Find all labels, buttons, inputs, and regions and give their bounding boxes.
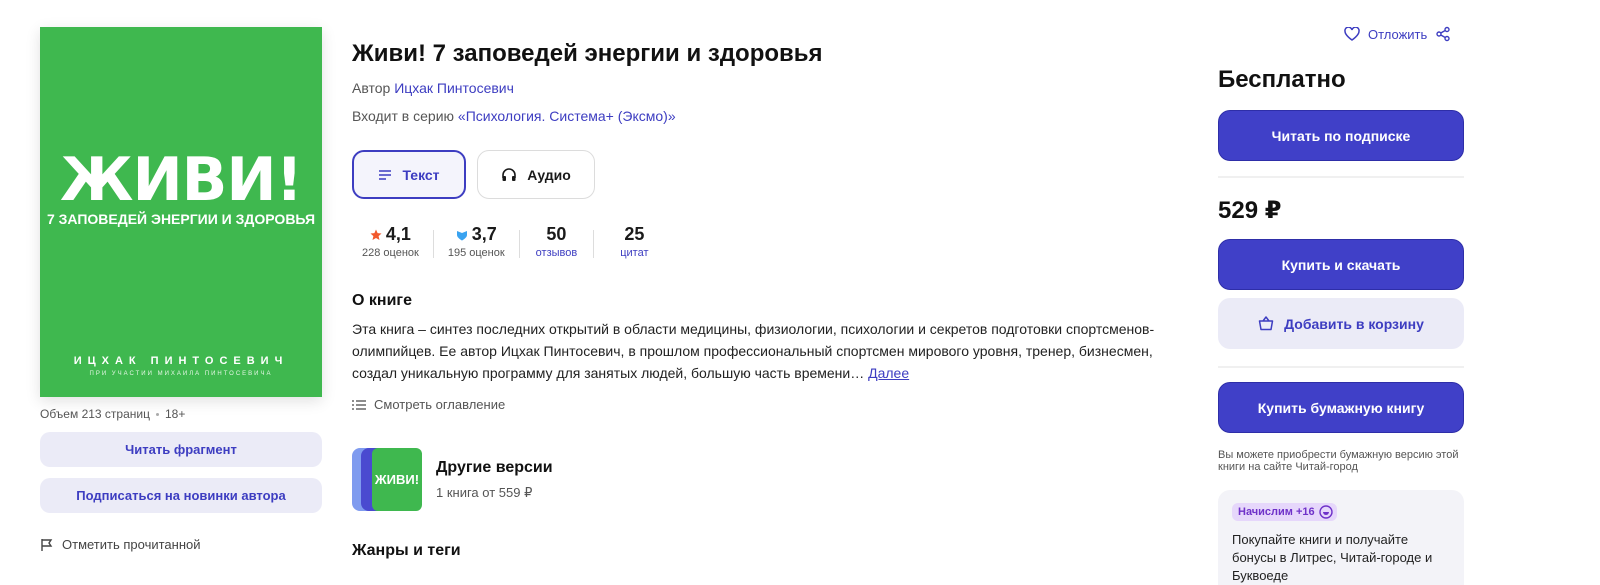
list-icon bbox=[352, 399, 366, 410]
toc-link[interactable]: Смотреть оглавление bbox=[352, 397, 505, 412]
tab-text-label: Текст bbox=[402, 166, 440, 183]
add-to-cart-button[interactable]: Добавить в корзину bbox=[1218, 298, 1464, 349]
tab-audio-label: Аудио bbox=[527, 166, 571, 183]
age-rating: 18+ bbox=[164, 407, 186, 421]
bonus-text: Покупайте книги и получайте бонусы в Лит… bbox=[1232, 532, 1433, 583]
shield-icon bbox=[456, 230, 467, 240]
author-label: Автор bbox=[352, 80, 391, 96]
reviews-link[interactable]: отзывов bbox=[536, 247, 578, 259]
price-free: Бесплатно bbox=[1218, 66, 1346, 93]
flag-icon bbox=[41, 538, 53, 551]
read-subscription-button[interactable]: Читать по подписке bbox=[1218, 110, 1464, 161]
top-actions: Отложить bbox=[1344, 26, 1451, 42]
quotes-link[interactable]: цитат bbox=[620, 247, 648, 259]
add-to-cart-label: Добавить в корзину bbox=[1284, 315, 1424, 332]
versions-cover-stack: ЖИВИ! bbox=[352, 448, 422, 511]
rating-live-count: 195 оценок bbox=[447, 247, 505, 259]
series-line: Входит в серию «Психология. Система+ (Эк… bbox=[352, 108, 676, 124]
rating-litres-count: 228 оценок bbox=[362, 247, 419, 259]
rating-live-value: 3,7 bbox=[471, 224, 497, 244]
mark-read-label: Отметить прочитанной bbox=[62, 537, 201, 552]
quotes-count: 25 bbox=[624, 224, 645, 244]
quotes-stat[interactable]: 25 цитат bbox=[594, 224, 674, 259]
book-meta: Объем 213 страниц 18+ bbox=[40, 407, 185, 421]
paper-note: Вы можете приобрести бумажную версию это… bbox=[1218, 449, 1459, 473]
about-text: Эта книга – синтез последних открытий в … bbox=[352, 318, 1162, 384]
reviews-stat[interactable]: 50 отзывов bbox=[520, 224, 594, 259]
rating-live[interactable]: 3,7 195 оценок bbox=[434, 224, 519, 259]
share-icon[interactable] bbox=[1435, 26, 1451, 42]
page-count: Объем 213 страниц bbox=[40, 407, 150, 421]
star-icon bbox=[370, 229, 382, 240]
book-title: Живи! 7 заповедей энергии и здоровья bbox=[352, 40, 823, 67]
buy-paper-button[interactable]: Купить бумажную книгу bbox=[1218, 382, 1464, 433]
versions-sub: 1 книга от 559 ₽ bbox=[436, 484, 533, 500]
read-more-link[interactable]: Далее bbox=[868, 365, 909, 381]
version-cover-title: ЖИВИ! bbox=[374, 472, 420, 487]
heart-icon[interactable] bbox=[1344, 27, 1360, 41]
bonus-card[interactable]: Начислим +16 Покупайте книги и получайте… bbox=[1218, 490, 1464, 585]
divider bbox=[1218, 366, 1464, 368]
series-label: Входит в серию bbox=[352, 108, 455, 124]
about-heading: О книге bbox=[352, 292, 412, 309]
stats-bar: 4,1 228 оценок 3,7 195 оценок 50 отзывов… bbox=[352, 224, 674, 259]
basket-icon bbox=[1258, 316, 1274, 331]
tab-audio[interactable]: Аудио bbox=[477, 150, 595, 199]
versions-title: Другие версии bbox=[436, 458, 553, 476]
versions-info: Другие версии 1 книга от 559 ₽ bbox=[436, 459, 553, 501]
read-fragment-button[interactable]: Читать фрагмент bbox=[40, 432, 322, 467]
divider bbox=[1218, 176, 1464, 178]
cover-author: ИЦХАК ПИНТОСЕВИЧ bbox=[73, 355, 289, 367]
headphones-icon bbox=[502, 167, 517, 181]
author-line: Автор Ицхак Пинтосевич bbox=[352, 80, 514, 96]
author-link[interactable]: Ицхак Пинтосевич bbox=[394, 80, 514, 96]
reviews-count: 50 bbox=[546, 224, 567, 244]
price: 529 ₽ bbox=[1218, 197, 1282, 224]
rating-litres[interactable]: 4,1 228 оценок bbox=[352, 224, 433, 259]
cover-subtitle: 7 ЗАПОВЕДЕЙ ЭНЕРГИИ И ЗДОРОВЬЯ bbox=[46, 211, 316, 227]
tab-text[interactable]: Текст bbox=[352, 150, 466, 199]
buy-download-button[interactable]: Купить и скачать bbox=[1218, 239, 1464, 290]
defer-link[interactable]: Отложить bbox=[1368, 27, 1427, 42]
meta-separator bbox=[155, 412, 159, 416]
cover-title: ЖИВИ! bbox=[60, 145, 303, 215]
cover-coauthor: ПРИ УЧАСТИИ МИХАИЛА ПИНТОСЕВИЧА bbox=[89, 371, 273, 377]
bonus-badge-label: Начислим +16 bbox=[1238, 506, 1315, 518]
book-cover[interactable]: ЖИВИ! 7 ЗАПОВЕДЕЙ ЭНЕРГИИ И ЗДОРОВЬЯ ИЦХ… bbox=[40, 27, 322, 397]
version-cover-front: ЖИВИ! bbox=[372, 448, 422, 511]
text-lines-icon bbox=[379, 169, 392, 180]
about-body: Эта книга – синтез последних открытий в … bbox=[352, 321, 1155, 381]
series-link[interactable]: «Психология. Система+ (Эксмо)» bbox=[458, 108, 676, 124]
toc-label: Смотреть оглавление bbox=[374, 397, 506, 412]
other-versions[interactable]: ЖИВИ! Другие версии 1 книга от 559 ₽ bbox=[352, 448, 553, 511]
bonus-badge: Начислим +16 bbox=[1232, 503, 1337, 521]
mark-read-button[interactable]: Отметить прочитанной bbox=[40, 537, 201, 552]
bonus-coin-icon bbox=[1318, 505, 1333, 519]
subscribe-author-button[interactable]: Подписаться на новинки автора bbox=[40, 478, 322, 513]
rating-litres-value: 4,1 bbox=[385, 224, 411, 244]
genres-heading: Жанры и теги bbox=[352, 542, 461, 559]
